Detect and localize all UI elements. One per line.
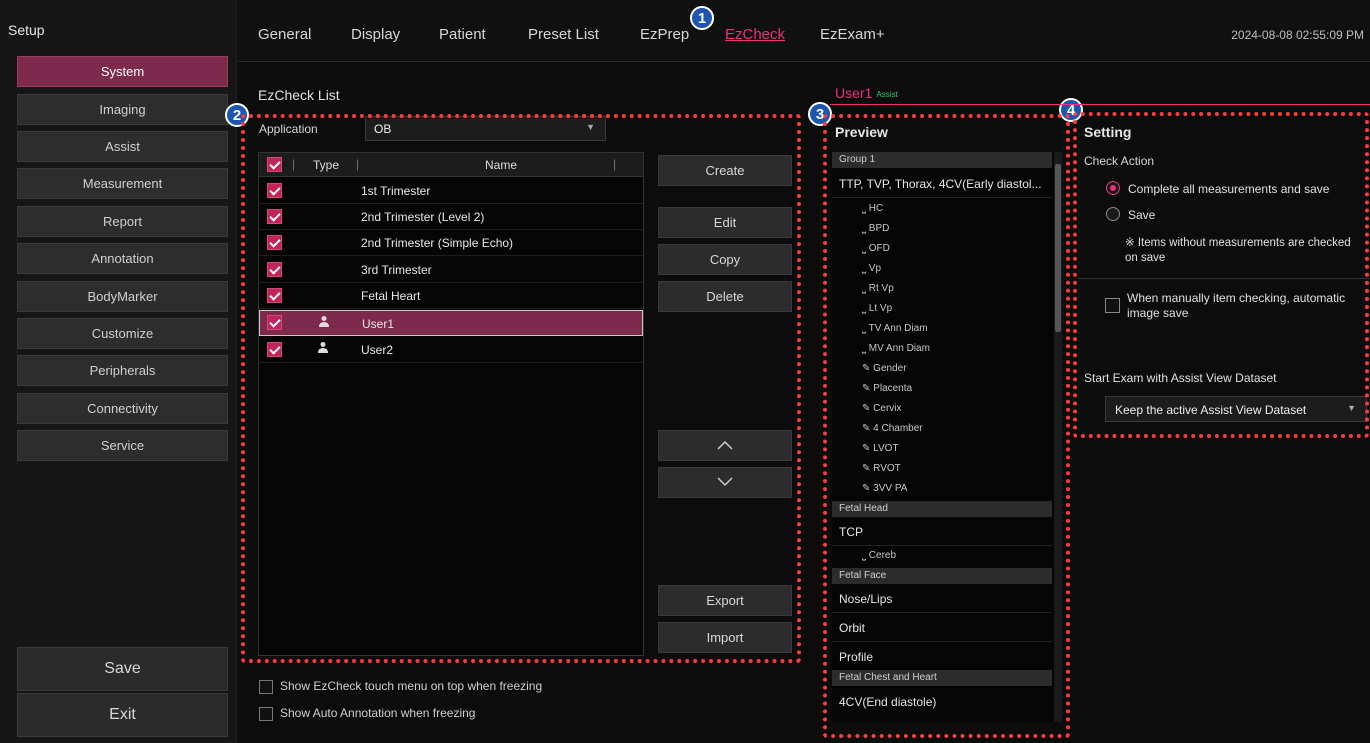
tab-ezcheck[interactable]: EzCheck [725,26,785,43]
nav-measurement[interactable]: Measurement [17,168,228,199]
option-touch-menu[interactable]: Show EzCheck touch menu on top when free… [259,679,542,694]
checkbox-touch-menu[interactable] [259,679,273,694]
callout-frame-2 [241,114,801,663]
user-title: User1 Assist [835,85,898,101]
nav-system[interactable]: System [17,56,228,87]
nav-annotation[interactable]: Annotation [17,243,228,274]
option-auto-annotation[interactable]: Show Auto Annotation when freezing [259,706,475,721]
checkbox-auto-annotation[interactable] [259,706,273,721]
nav-assist[interactable]: Assist [17,131,228,162]
setup-title: Setup [8,22,45,38]
datetime: 2024-08-08 02:55:09 PM [1231,28,1364,42]
nav-connectivity[interactable]: Connectivity [17,393,228,424]
badge-1: 1 [690,6,714,30]
ezcheck-list-title: EzCheck List [258,87,340,103]
assist-tag: Assist [876,89,898,99]
tab-preset-list[interactable]: Preset List [528,26,599,43]
nav-customize[interactable]: Customize [17,318,228,349]
tab-general[interactable]: General [258,26,311,43]
nav-peripherals[interactable]: Peripherals [17,355,228,386]
accent-divider [830,104,1370,105]
callout-frame-3 [823,114,1070,738]
callout-frame-4 [1073,112,1369,438]
exit-button[interactable]: Exit [17,693,228,737]
nav-bodymarker[interactable]: BodyMarker [17,281,228,312]
save-button[interactable]: Save [17,647,228,691]
option-touch-menu-label: Show EzCheck touch menu on top when free… [280,679,543,693]
nav-service[interactable]: Service [17,430,228,461]
option-auto-annotation-label: Show Auto Annotation when freezing [280,706,476,720]
user-name: User1 [835,85,873,101]
tab-display[interactable]: Display [351,26,400,43]
nav-imaging[interactable]: Imaging [17,94,228,125]
nav-report[interactable]: Report [17,206,228,237]
sidebar: Setup System Imaging Assist Measurement … [0,0,237,743]
tab-patient[interactable]: Patient [439,26,486,43]
tab-bar: General Display Patient Preset List EzPr… [238,0,1370,62]
tab-ezprep[interactable]: EzPrep [640,26,689,43]
tab-ezexam[interactable]: EzExam+ [820,26,885,43]
